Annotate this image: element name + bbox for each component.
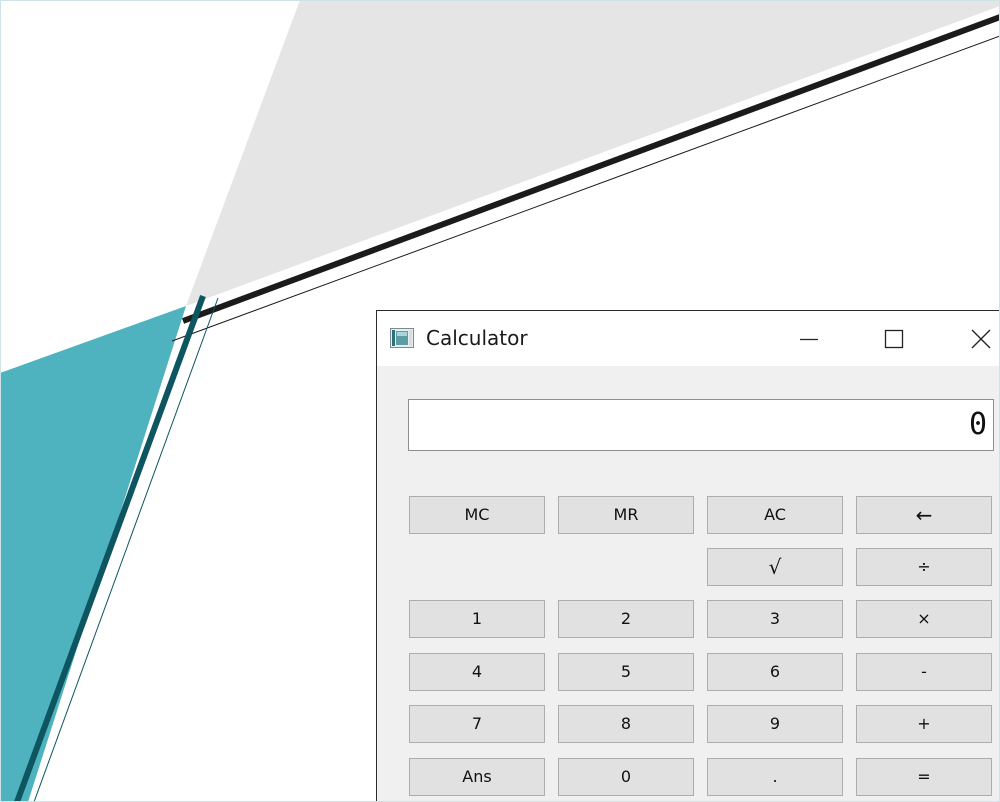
mc-button[interactable]: MC [409,496,545,534]
equals-button[interactable]: = [856,758,992,796]
result-display: 0 [408,399,994,451]
backspace-button[interactable]: ← [856,496,992,534]
divide-button[interactable]: ÷ [856,548,992,586]
wallpaper-gray-panel [186,0,1000,306]
digit-3-button[interactable]: 3 [707,600,843,638]
digit-7-button[interactable]: 7 [409,705,545,743]
desktop: Calculator 0 MC MR AC ← √ ÷ 1 2 3 × 4 5 … [0,0,1000,802]
close-icon [971,329,991,349]
minus-button[interactable]: - [856,653,992,691]
title-bar[interactable]: Calculator [377,311,1000,366]
digit-9-button[interactable]: 9 [707,705,843,743]
mr-button[interactable]: MR [558,496,694,534]
ans-button[interactable]: Ans [409,758,545,796]
calculator-window: Calculator 0 MC MR AC ← √ ÷ 1 2 3 × 4 5 … [376,310,1000,802]
sqrt-button[interactable]: √ [707,548,843,586]
close-button[interactable] [958,311,1000,366]
maximize-icon [884,329,904,349]
calculator-app-icon [390,328,414,348]
plus-button[interactable]: + [856,705,992,743]
ac-button[interactable]: AC [707,496,843,534]
digit-2-button[interactable]: 2 [558,600,694,638]
digit-1-button[interactable]: 1 [409,600,545,638]
digit-5-button[interactable]: 5 [558,653,694,691]
digit-0-button[interactable]: 0 [558,758,694,796]
window-title: Calculator [426,326,528,350]
maximize-button[interactable] [871,311,917,366]
digit-4-button[interactable]: 4 [409,653,545,691]
digit-8-button[interactable]: 8 [558,705,694,743]
multiply-button[interactable]: × [856,600,992,638]
wallpaper-teal-panel [0,306,186,802]
minimize-button[interactable] [786,311,832,366]
digit-6-button[interactable]: 6 [707,653,843,691]
decimal-point-button[interactable]: . [707,758,843,796]
minimize-icon [799,329,819,349]
